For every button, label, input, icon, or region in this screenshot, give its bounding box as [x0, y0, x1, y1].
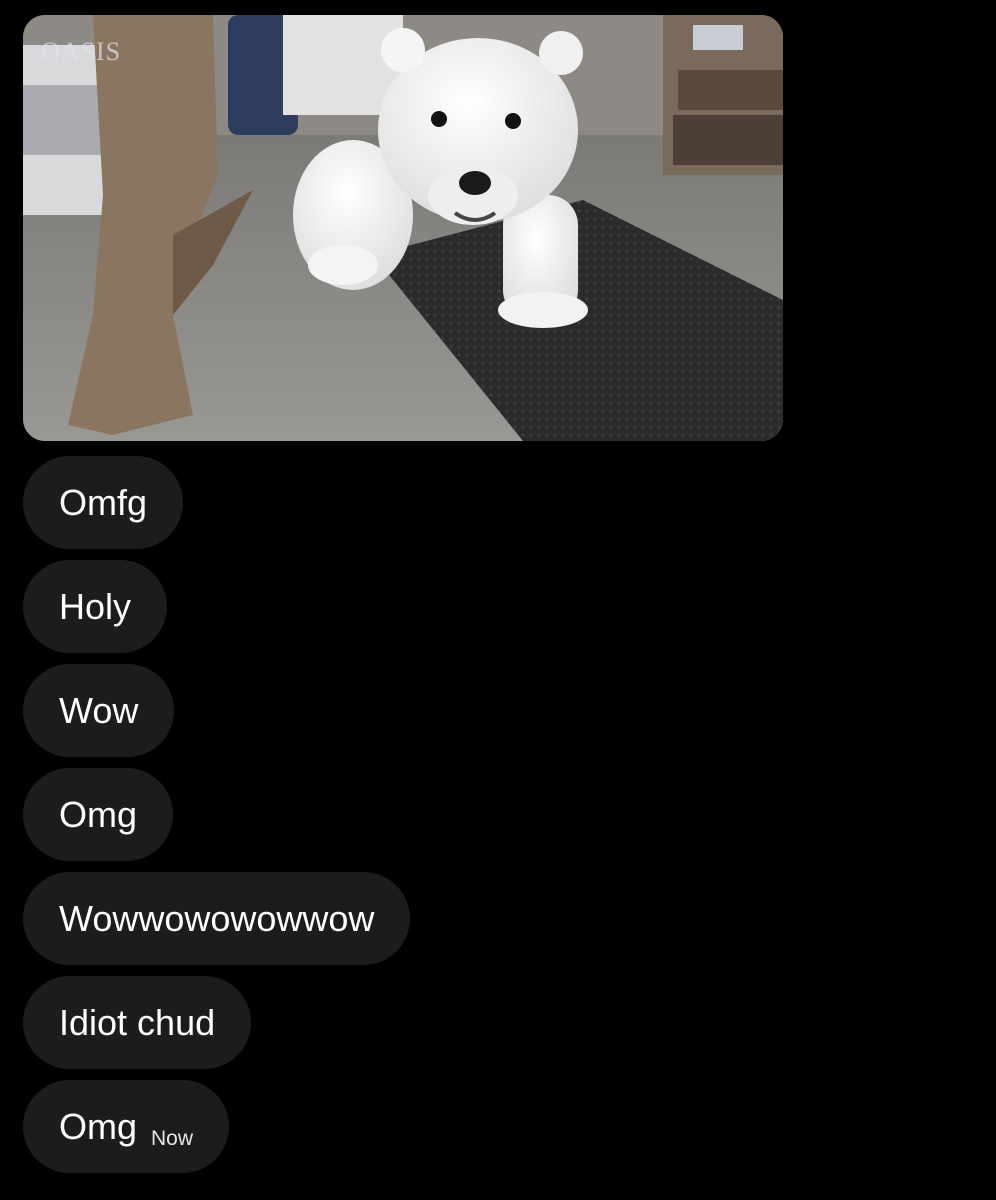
message-bubble[interactable]: Omg	[23, 768, 174, 861]
message-bubble[interactable]: Holy	[23, 560, 168, 653]
message-bubble[interactable]: Omfg	[23, 456, 184, 549]
message-timestamp: Now	[151, 1127, 194, 1150]
message-text: Idiot chud	[59, 1002, 216, 1043]
message-bubble[interactable]: Wow	[23, 664, 175, 757]
message-text: Omg	[59, 1106, 138, 1147]
polar-bear-cub-gif	[23, 15, 783, 441]
message-text: Omfg	[59, 482, 148, 523]
message-bubble[interactable]: Omg Now	[23, 1080, 230, 1173]
message-text: Holy	[59, 586, 132, 627]
watermark-logo: OASIS	[41, 37, 122, 66]
message-text: Wow	[59, 690, 139, 731]
message-text: Wowwowowowwow	[59, 898, 375, 939]
message-bubble[interactable]: Wowwowowowwow	[23, 872, 411, 965]
message-bubble[interactable]: Idiot chud	[23, 976, 252, 1069]
message-text: Omg	[59, 794, 138, 835]
message-thread: OASIS Omfg Holy Wow Omg Wowwowowowwow Id…	[0, 0, 996, 1200]
gif-message[interactable]: OASIS	[23, 15, 783, 441]
